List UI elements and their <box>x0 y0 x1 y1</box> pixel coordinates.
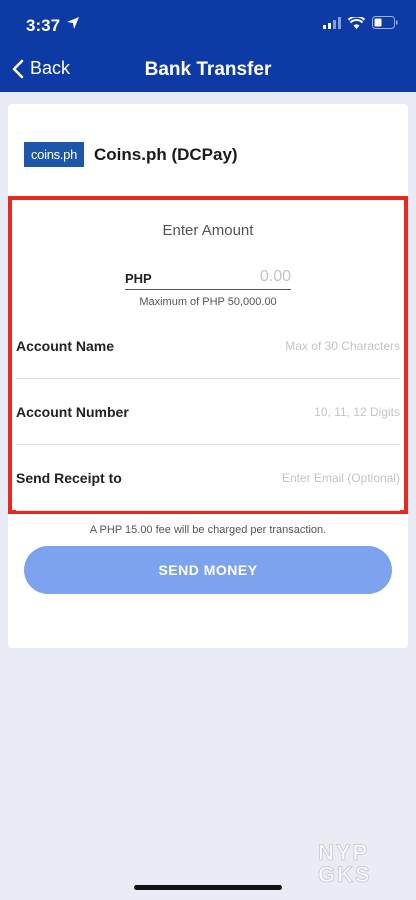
wifi-icon <box>348 16 365 29</box>
account-number-field: Account Number <box>16 379 400 445</box>
status-time: 3:37 <box>26 16 61 35</box>
location-arrow-icon <box>67 17 79 29</box>
receipt-email-input[interactable] <box>200 470 400 485</box>
enter-amount-heading: Enter Amount <box>162 222 254 239</box>
bank-logo: coins.ph <box>24 142 84 167</box>
account-number-label: Account Number <box>16 403 129 420</box>
account-number-input[interactable] <box>200 404 400 419</box>
account-name-label: Account Name <box>16 337 115 354</box>
signal-icon <box>323 16 341 29</box>
receipt-email-label: Send Receipt to <box>16 469 122 486</box>
account-name-field: Account Name <box>16 313 400 379</box>
watermark-line-1: NYP <box>318 840 370 865</box>
watermark-line-2: GKS <box>318 862 372 887</box>
transfer-card: coins.ph Coins.ph (DCPay) Enter Amount P… <box>8 104 408 648</box>
status-icons <box>323 16 398 29</box>
form-highlight: Enter Amount PHP Maximum of PHP 50,000.0… <box>8 196 408 514</box>
top-bar: 3:37 Back Bank Transfer <box>0 0 416 92</box>
watermark: NYP GKS <box>318 840 402 892</box>
bank-row: coins.ph Coins.ph (DCPay) <box>24 142 238 167</box>
amount-row: PHP <box>125 266 291 290</box>
page-title: Bank Transfer <box>144 59 272 80</box>
max-amount-note: Maximum of PHP 50,000.00 <box>139 296 277 308</box>
receipt-email-field: Send Receipt to <box>16 445 400 511</box>
send-money-button[interactable]: SEND MONEY <box>24 546 392 594</box>
battery-icon <box>372 16 398 29</box>
fee-note: A PHP 15.00 fee will be charged per tran… <box>89 524 327 536</box>
amount-input[interactable] <box>191 268 291 286</box>
home-indicator[interactable] <box>134 885 282 890</box>
bank-name: Coins.ph (DCPay) <box>94 144 238 164</box>
account-name-input[interactable] <box>200 338 400 353</box>
currency-label: PHP <box>125 271 152 286</box>
